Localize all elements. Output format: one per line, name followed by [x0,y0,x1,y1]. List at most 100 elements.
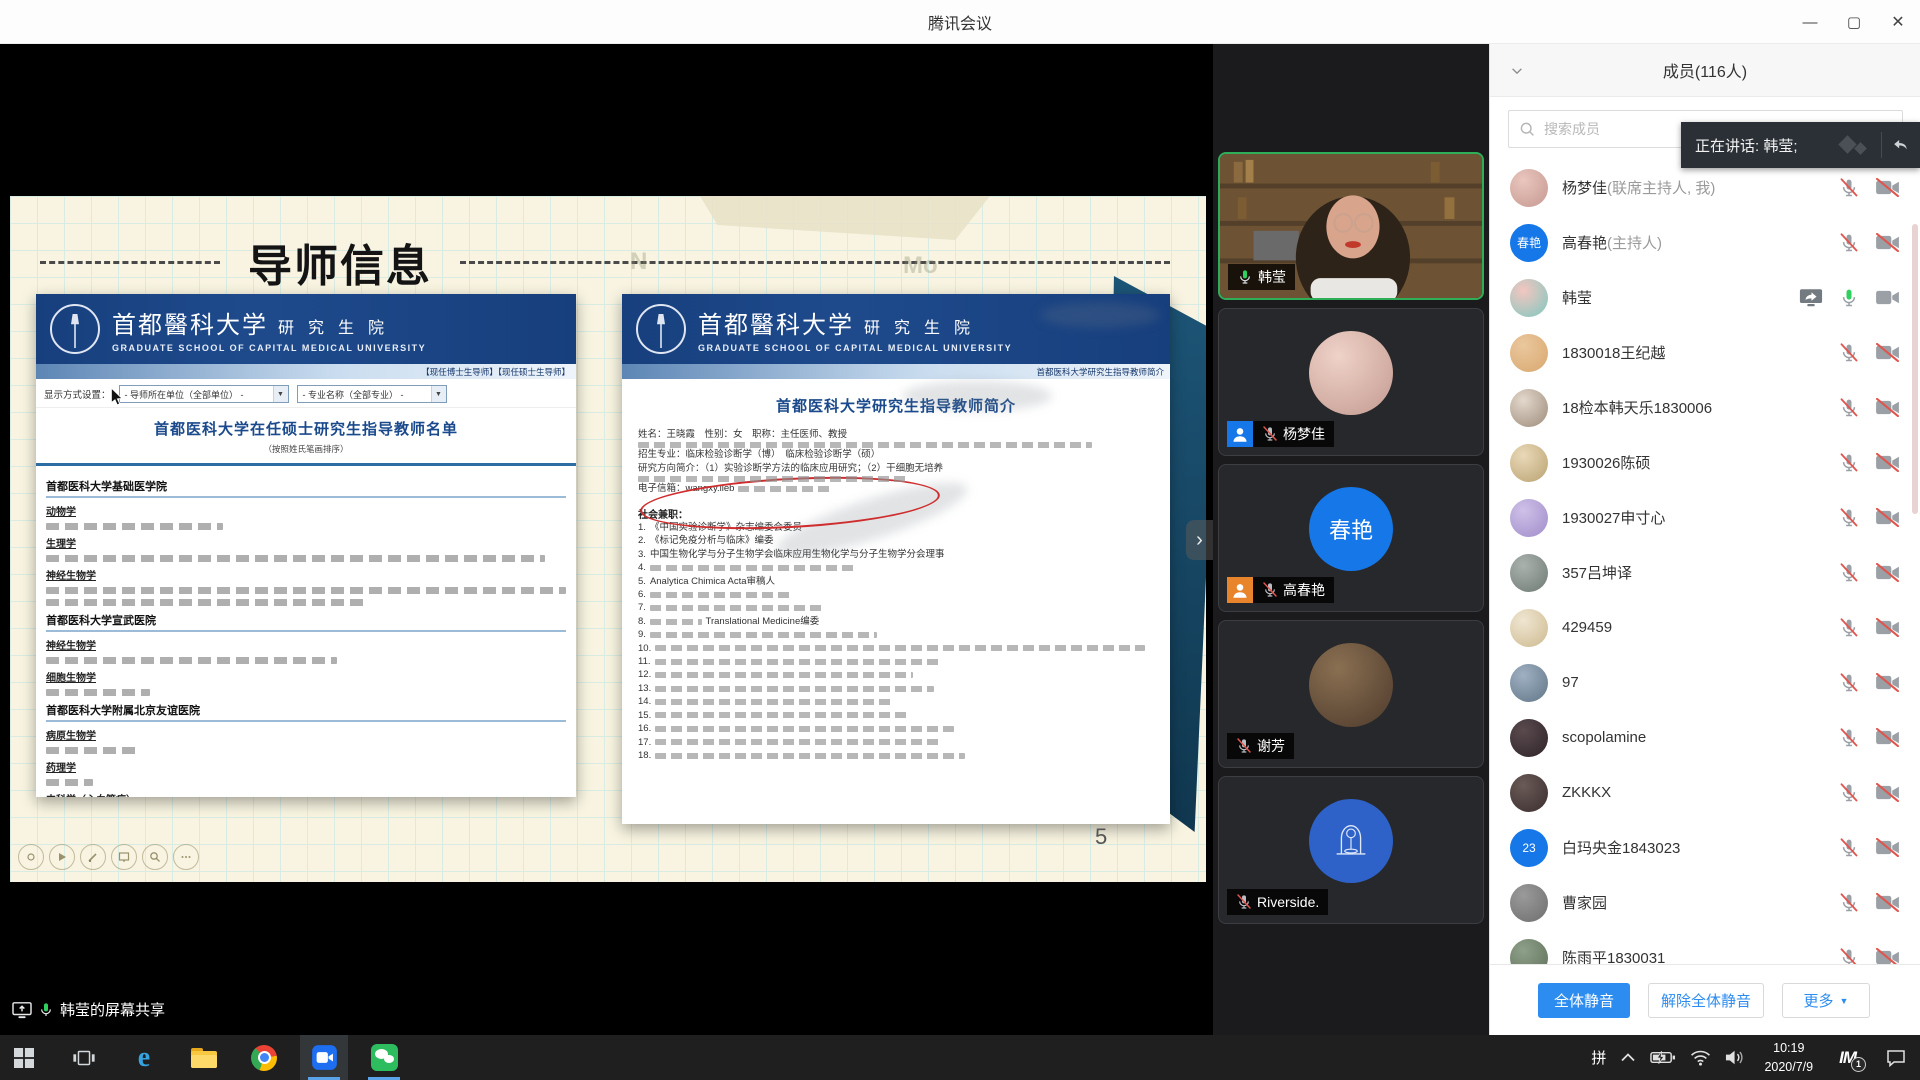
tencent-meeting-taskbar-button[interactable] [300,1035,348,1080]
video-tile[interactable]: Riverside. [1218,776,1484,924]
file-explorer-button[interactable] [180,1035,228,1080]
doc-category-label: 动物学 [46,503,566,518]
member-row[interactable]: scopolamine [1490,710,1920,765]
mic-muted-icon[interactable] [1839,893,1859,913]
member-row[interactable]: 23白玛央金1843023 [1490,820,1920,875]
task-view-icon [72,1047,96,1069]
mic-muted-icon[interactable] [1839,563,1859,583]
mic-muted-icon[interactable] [1839,618,1859,638]
member-row[interactable]: 1930027申寸心 [1490,490,1920,545]
blurred-text [638,442,1092,448]
minimize-button[interactable]: — [1788,0,1832,44]
volume-status[interactable] [1718,1035,1754,1080]
video-tile[interactable]: 谢芳 [1218,620,1484,768]
blurred-name-list [46,587,566,594]
members-header: 成员(116人) [1490,44,1920,97]
mic-muted-icon[interactable] [1839,783,1859,803]
mic-muted-icon[interactable] [1262,582,1278,598]
camera-off-icon[interactable] [1875,893,1900,912]
camera-on-icon[interactable] [1875,288,1900,307]
camera-off-icon[interactable] [1875,728,1900,747]
start-button[interactable] [0,1035,48,1080]
collapse-panel-tab[interactable]: › [1186,520,1213,560]
camera-off-icon[interactable] [1875,508,1900,527]
member-row[interactable]: 97 [1490,655,1920,710]
mic-on-icon[interactable] [1839,288,1859,308]
taskbar-clock[interactable]: 10:19 2020/7/9 [1754,1039,1823,1075]
ime-indicator[interactable]: 拼 [1584,1035,1613,1080]
member-row[interactable]: ZKKKX [1490,765,1920,820]
list-item: 18. [638,749,1154,762]
mic-muted-icon[interactable] [1839,728,1859,748]
chevron-down-icon[interactable] [1506,60,1528,82]
major-dropdown[interactable]: - 专业名称（全部专业） -▼ [297,385,447,403]
action-center-button[interactable] [1872,1035,1920,1080]
hand-icon[interactable] [18,844,44,870]
camera-off-icon[interactable] [1875,398,1900,417]
close-button[interactable]: ✕ [1876,0,1920,44]
camera-off-icon[interactable] [1875,673,1900,692]
mute-all-button[interactable]: 全体静音 [1538,983,1630,1018]
mic-muted-icon[interactable] [1839,838,1859,858]
member-row[interactable]: 1830018王纪越 [1490,325,1920,380]
member-name: 97 [1562,674,1839,691]
network-status[interactable] [1683,1035,1718,1080]
tray-expand-button[interactable] [1613,1035,1643,1080]
member-row[interactable]: 357吕坤译 [1490,545,1920,600]
battery-status[interactable] [1643,1035,1683,1080]
unit-dropdown[interactable]: - 导师所在单位（全部单位） -▼ [119,385,289,403]
camera-off-icon[interactable] [1875,838,1900,857]
im-app-icon[interactable]: IM1 [1839,1048,1856,1068]
camera-off-icon[interactable] [1875,178,1900,197]
maximize-button[interactable]: ▢ [1832,0,1876,44]
mic-muted-icon[interactable] [1839,453,1859,473]
participant-name: 高春艳 [1283,580,1325,600]
member-row[interactable]: 18检本韩天乐1830006 [1490,380,1920,435]
avatar [1510,664,1548,702]
video-tile[interactable]: 杨梦佳 [1218,308,1484,456]
return-arrow-icon[interactable] [1890,135,1910,155]
camera-off-icon[interactable] [1875,783,1900,802]
profile-text: 姓名：王晓霞 性别：女 职称：主任医师、教授 [638,428,847,442]
mic-muted-icon[interactable] [1236,738,1252,754]
member-list-scrollbar[interactable] [1912,224,1918,514]
board-icon[interactable] [111,844,137,870]
task-view-button[interactable] [60,1035,108,1080]
mic-muted-icon[interactable] [1839,673,1859,693]
member-row[interactable]: 曹家园 [1490,875,1920,930]
chrome-button[interactable] [240,1035,288,1080]
member-row[interactable]: 1930026陈硕 [1490,435,1920,490]
video-tile[interactable]: 韩莹 [1218,152,1484,300]
camera-off-icon[interactable] [1875,453,1900,472]
member-row[interactable]: 429459 [1490,600,1920,655]
mic-muted-icon[interactable] [1839,948,1859,965]
wechat-taskbar-button[interactable] [360,1035,408,1080]
member-row[interactable]: 陈雨平1830031 [1490,930,1920,964]
social-position-text: 《标记免疫分析与临床》编委 [650,534,774,547]
member-row[interactable]: 杨梦佳(联席主持人, 我) [1490,160,1920,215]
member-row[interactable]: 春艳高春艳(主持人) [1490,215,1920,270]
mic-muted-icon[interactable] [1839,398,1859,418]
mic-muted-icon[interactable] [1839,508,1859,528]
participant-name: Riverside. [1257,894,1319,910]
mic-muted-icon[interactable] [1839,343,1859,363]
pen-icon[interactable] [80,844,106,870]
camera-off-icon[interactable] [1875,948,1900,964]
camera-off-icon[interactable] [1875,618,1900,637]
mic-muted-icon[interactable] [1839,233,1859,253]
play-icon[interactable] [49,844,75,870]
unmute-all-button[interactable]: 解除全体静音 [1648,983,1764,1018]
edge-browser-button[interactable]: e [120,1035,168,1080]
mic-on-icon[interactable] [1237,269,1253,285]
more-button[interactable]: 更多▼ [1782,983,1870,1018]
video-tile[interactable]: 春艳高春艳 [1218,464,1484,612]
camera-off-icon[interactable] [1875,233,1900,252]
more-icon[interactable] [173,844,199,870]
member-row[interactable]: 韩莹 [1490,270,1920,325]
zoom-icon[interactable] [142,844,168,870]
mic-muted-icon[interactable] [1236,894,1252,910]
camera-off-icon[interactable] [1875,343,1900,362]
mic-muted-icon[interactable] [1839,178,1859,198]
camera-off-icon[interactable] [1875,563,1900,582]
mic-muted-icon[interactable] [1262,426,1278,442]
